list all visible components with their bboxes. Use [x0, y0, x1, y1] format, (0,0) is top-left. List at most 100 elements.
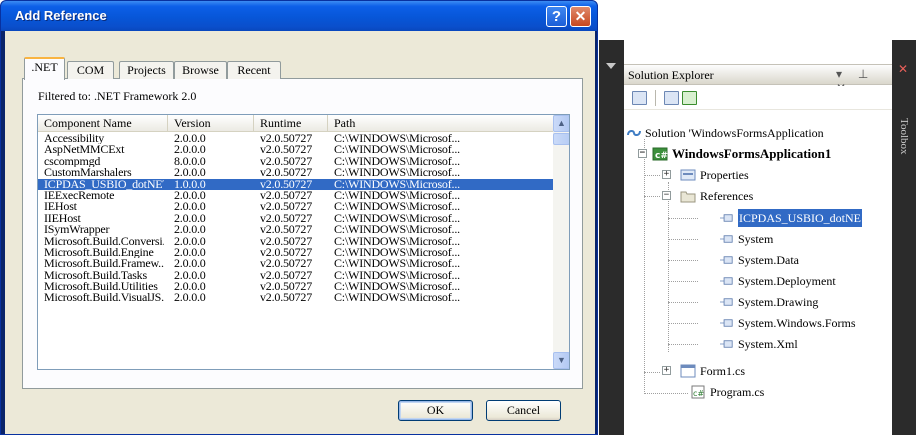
list-cell-runtime: v2.0.50727	[260, 201, 313, 213]
close-button[interactable]: ✕	[570, 6, 591, 27]
reference-icon	[720, 298, 733, 306]
refresh-icon[interactable]	[682, 91, 697, 105]
column-header-runtime[interactable]: Runtime	[254, 115, 328, 132]
list-cell-runtime: v2.0.50727	[260, 189, 313, 202]
dialog-titlebar[interactable]: Add Reference ? ✕	[1, 1, 597, 31]
list-cell-runtime: v2.0.50727	[260, 224, 313, 236]
list-cell-version: 1.0.0.0	[174, 178, 206, 190]
tab-com[interactable]: COM	[67, 61, 114, 79]
column-header-version[interactable]: Version	[168, 115, 254, 132]
tab-projects[interactable]: Projects	[119, 61, 174, 79]
help-button[interactable]: ?	[546, 6, 567, 27]
list-cell-path: C:\WINDOWS\Microsof...	[334, 189, 460, 202]
tab-label: Recent	[237, 63, 271, 77]
list-row[interactable]: ICPDAS_USBIO_dotNET 1.0.0.0 v2.0.50727 C:\W…	[38, 178, 553, 190]
list-row[interactable]: IEHost 2.0.0.0 v2.0.50727 C:\WINDOWS\Micros…	[38, 201, 553, 212]
list-cell-version: 2.0.0.0	[174, 246, 206, 259]
properties-toolbar-icon[interactable]	[632, 91, 647, 105]
tree-node-label: Form1.cs	[700, 364, 745, 378]
ok-button[interactable]: OK	[398, 400, 473, 421]
list-cell-runtime: v2.0.50727	[260, 246, 313, 259]
solution-explorer-panel: Solution Explorer ▾ ⊥ ✕ Solution 'Window…	[624, 40, 892, 435]
list-row[interactable]: ISymWrapper 2.0.0.0 v2.0.50727 C:\WINDOWS\M…	[38, 224, 553, 235]
list-cell-path: C:\WINDOWS\Microsof...	[334, 292, 460, 304]
tab-label: Projects	[127, 63, 166, 77]
list-cell-version: 2.0.0.0	[174, 269, 206, 282]
component-list[interactable]: Component Name Version Runtime Path Acce…	[37, 114, 570, 370]
tree-node-label: References	[700, 189, 754, 203]
tree-line	[668, 344, 698, 345]
list-cell-path: C:\WINDOWS\Microsof...	[334, 212, 460, 225]
chevron-down-icon: ▼	[557, 355, 566, 365]
tab-dotnet[interactable]: .NET	[24, 57, 65, 80]
tree-node-label: System.Deployment	[738, 274, 836, 288]
dialog-client-area: .NET COM Projects Browse Recent Filtered…	[5, 31, 595, 434]
scroll-up-button[interactable]: ▲	[553, 115, 569, 132]
list-row[interactable]: Microsoft.Build.Framew... 2.0.0.0 v2.0.507…	[38, 258, 553, 269]
reference-icon	[720, 214, 733, 222]
list-row[interactable]: IIEHost 2.0.0.0 v2.0.50727 C:\WINDOWS\Micro…	[38, 213, 553, 224]
collapse-icon[interactable]: −	[638, 149, 647, 158]
cancel-button[interactable]: Cancel	[486, 400, 561, 421]
list-cell-runtime: v2.0.50727	[260, 235, 313, 247]
list-cell-version: 2.0.0.0	[174, 212, 206, 225]
tree-node-label: System	[738, 232, 774, 246]
reference-icon	[720, 340, 733, 348]
list-cell-name: IIEHost	[44, 212, 81, 225]
scroll-down-button[interactable]: ▼	[553, 352, 569, 369]
list-cell-runtime: v2.0.50727	[260, 212, 313, 225]
list-cell-path: C:\WINDOWS\Microsof...	[334, 144, 460, 156]
list-cell-runtime: v2.0.50727	[260, 281, 313, 293]
solution-explorer-toolbar	[624, 86, 892, 110]
list-cell-path: C:\WINDOWS\Microsof...	[334, 246, 460, 259]
tree-node-label: Properties	[700, 168, 749, 182]
tree-node-label: Program.cs	[710, 385, 765, 399]
close-icon: ✕	[574, 8, 587, 24]
toolbox-tab[interactable]: Toolbox	[898, 118, 910, 155]
chevron-up-icon: ▲	[557, 118, 566, 128]
tree-line	[668, 260, 698, 261]
list-cell-name: ISymWrapper	[44, 224, 110, 236]
tab-recent[interactable]: Recent	[227, 61, 281, 79]
dropdown-arrow-icon[interactable]	[606, 63, 616, 69]
scroll-thumb[interactable]	[553, 133, 569, 145]
list-row[interactable]: CustomMarshalers 2.0.0.0 v2.0.50727 C:\WIND…	[38, 167, 553, 178]
list-row[interactable]: Microsoft.Build.Utilities 2.0.0.0 v2.0.507…	[38, 281, 553, 292]
expand-icon[interactable]: +	[662, 366, 671, 375]
list-cell-runtime: v2.0.50727	[260, 292, 313, 304]
tree-line	[644, 196, 660, 197]
list-row[interactable]: Microsoft.Build.Tasks 2.0.0.0 v2.0.50727 C:…	[38, 270, 553, 281]
list-row[interactable]: Microsoft.Build.Conversi... 2.0.0.0 v2.0.5…	[38, 236, 553, 247]
csharp-project-icon: c#	[652, 147, 668, 161]
list-cell-runtime: v2.0.50727	[260, 133, 313, 145]
list-cell-name: AspNetMMCExt	[44, 144, 125, 156]
toolbox-strip[interactable]: ✕ Toolbox	[892, 40, 916, 435]
toolbox-close-icon[interactable]: ✕	[898, 62, 908, 76]
list-row[interactable]: cscompmgd 8.0.0.0 v2.0.50727 C:\WINDOWS\Mic…	[38, 156, 553, 167]
list-scrollbar[interactable]: ▲ ▼	[553, 115, 569, 369]
column-header-path[interactable]: Path	[328, 115, 553, 132]
list-cell-name: Microsoft.Build.Engine	[44, 246, 154, 259]
tree-line	[644, 175, 660, 176]
list-cell-name: CustomMarshalers	[44, 167, 132, 179]
show-all-files-icon[interactable]	[664, 91, 679, 105]
column-header-component-name[interactable]: Component Name	[38, 115, 168, 132]
list-row[interactable]: AspNetMMCExt 2.0.0.0 v2.0.50727 C:\WINDOWS\…	[38, 144, 553, 155]
list-cell-name: ICPDAS_USBIO_dotNET	[44, 178, 164, 190]
list-row[interactable]: Accessibility 2.0.0.0 v2.0.50727 C:\WINDOWS…	[38, 133, 553, 144]
tree-node-label: System.Windows.Forms	[738, 316, 856, 330]
solution-icon	[627, 129, 641, 137]
tab-browse[interactable]: Browse	[174, 61, 227, 79]
tab-label: COM	[76, 63, 105, 77]
tree-line	[668, 302, 698, 303]
list-row[interactable]: Microsoft.Build.VisualJS... 2.0.0.0 v2.0.5…	[38, 292, 553, 303]
tree-node-label: WindowsFormsApplication1	[672, 146, 832, 161]
list-cell-path: C:\WINDOWS\Microsof...	[334, 167, 460, 179]
collapse-icon[interactable]: −	[662, 191, 671, 200]
list-row[interactable]: IEExecRemote 2.0.0.0 v2.0.50727 C:\WINDOWS\…	[38, 190, 553, 201]
solution-tree: Solution 'WindowsFormsApplication − c# W…	[624, 112, 892, 435]
list-row[interactable]: Microsoft.Build.Engine 2.0.0.0 v2.0.50727 C…	[38, 247, 553, 258]
tree-node-label: System.Xml	[738, 337, 798, 351]
expand-icon[interactable]: +	[662, 170, 671, 179]
folder-icon	[680, 191, 696, 203]
